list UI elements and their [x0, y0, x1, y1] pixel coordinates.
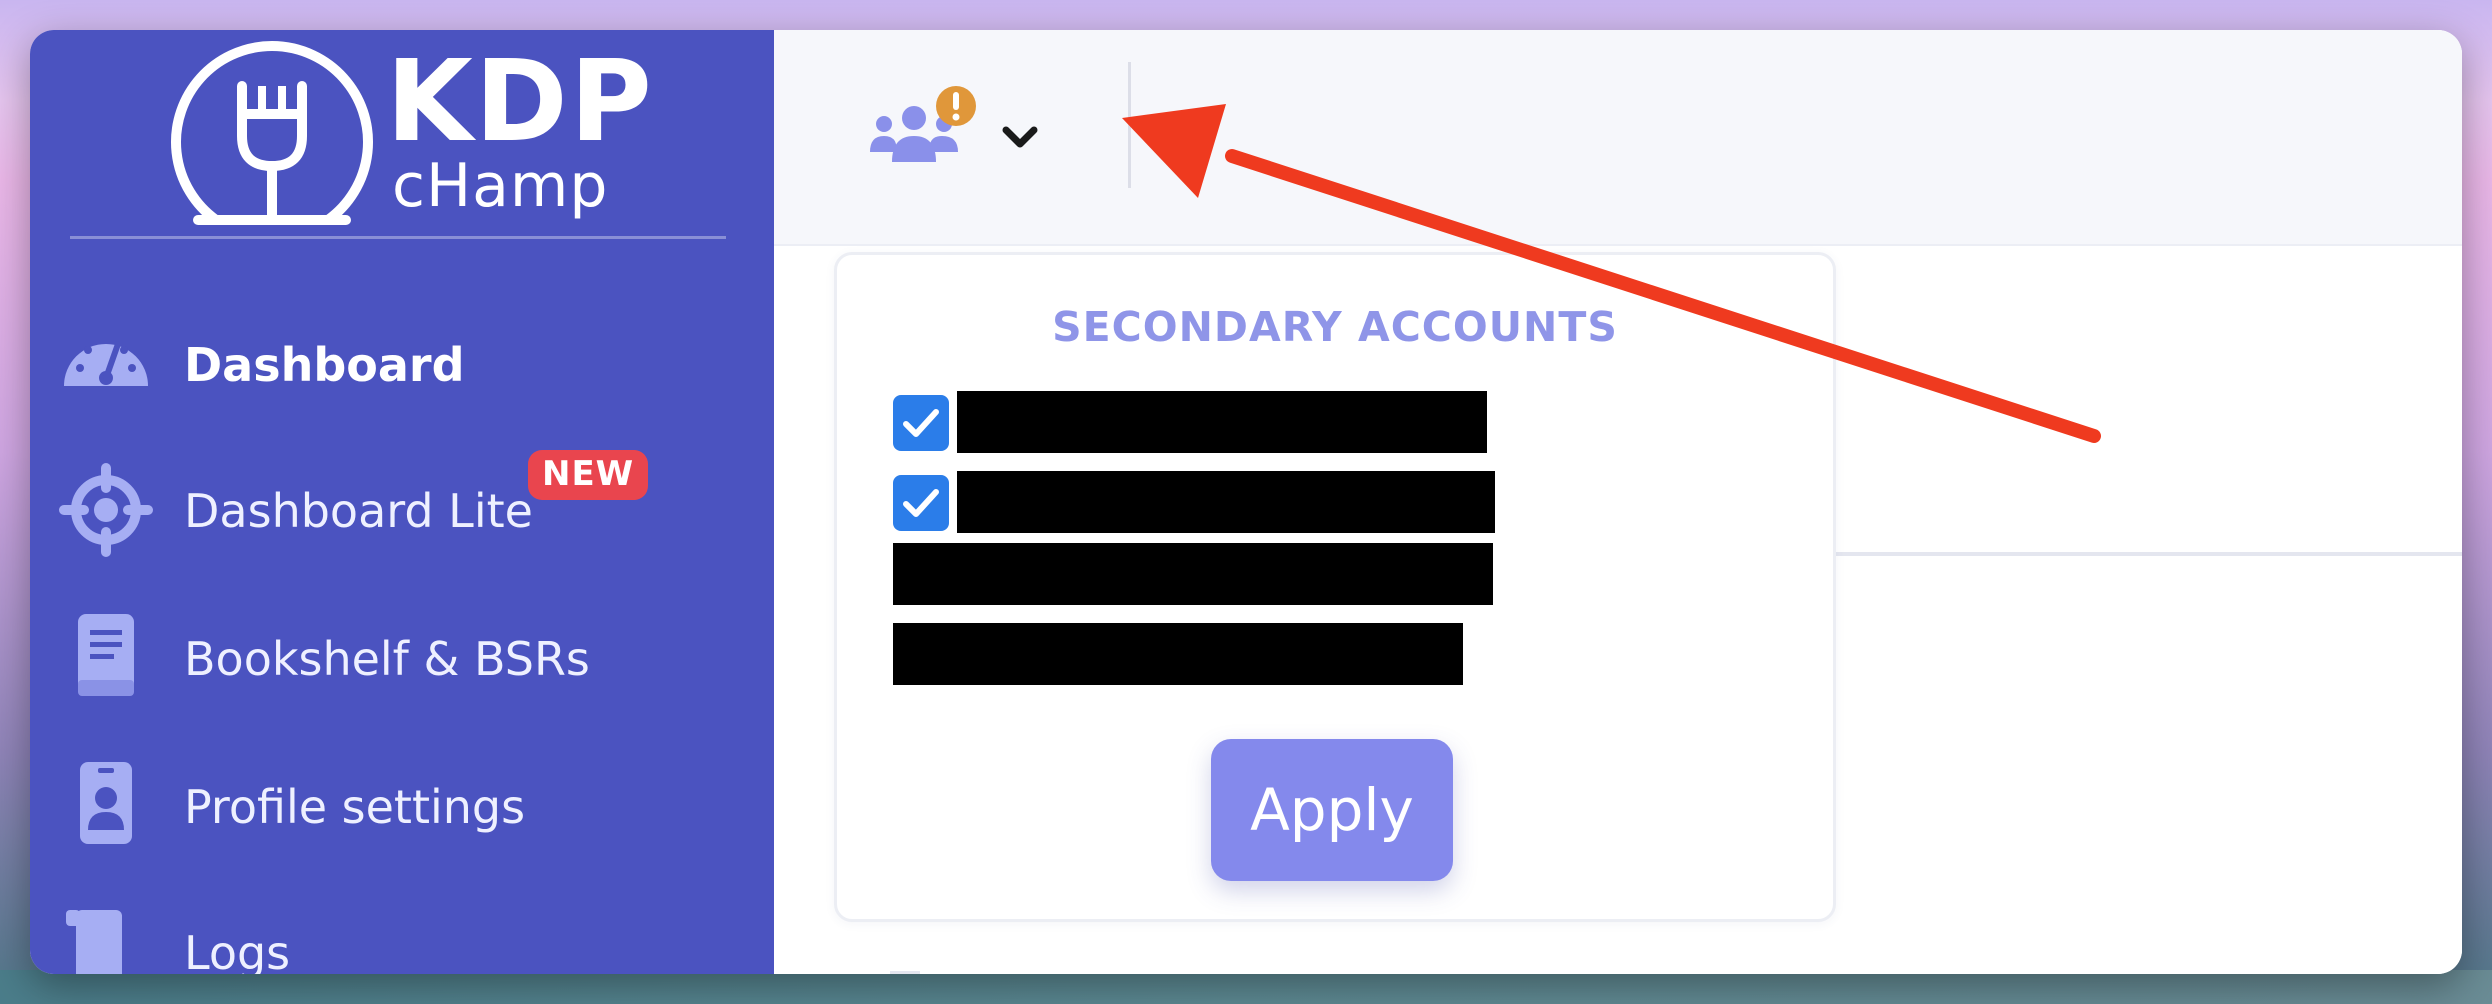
- account-row[interactable]: [893, 543, 1493, 607]
- exclamation-icon: [936, 86, 976, 126]
- check-icon: [903, 409, 939, 437]
- sidebar-item-dashboard[interactable]: Dashboard: [30, 296, 774, 416]
- logo-text-kdp: KDP: [386, 37, 654, 167]
- account-row[interactable]: [893, 623, 1463, 687]
- app-window: KDP cHamp Dashboard Dashboard Lite NEW B…: [30, 30, 2462, 974]
- sidebar-item-label: Bookshelf & BSRs: [184, 632, 590, 686]
- redacted-account-name: [957, 471, 1495, 533]
- main-content: SECONDARY ACCOUNTS Apply: [774, 30, 2462, 974]
- content-divider: [1814, 552, 2462, 556]
- sidebar-item-logs[interactable]: Logs: [30, 884, 774, 974]
- account-row[interactable]: [893, 471, 1495, 535]
- content-divider: [890, 971, 920, 974]
- chevron-down-icon: [1002, 126, 1038, 148]
- kdp-champ-logo[interactable]: KDP cHamp: [158, 34, 678, 234]
- crosshair-icon: [59, 463, 153, 557]
- account-row[interactable]: [893, 391, 1493, 455]
- redacted-account-name: [893, 623, 1463, 685]
- users-icon: [870, 86, 1038, 162]
- id-badge-icon: [80, 762, 132, 844]
- top-bar: [774, 30, 2462, 246]
- new-badge: NEW: [528, 450, 649, 500]
- check-icon: [903, 489, 939, 517]
- apply-button[interactable]: Apply: [1211, 739, 1453, 881]
- sidebar-item-bookshelf[interactable]: Bookshelf & BSRs: [30, 590, 774, 710]
- account-switcher-button[interactable]: [858, 80, 1058, 180]
- scroll-icon: [66, 910, 122, 974]
- redacted-account-name: [957, 391, 1487, 453]
- redacted-account-name: [893, 543, 1493, 605]
- sidebar-item-label: Dashboard: [184, 338, 465, 392]
- account-checkbox[interactable]: [893, 395, 949, 451]
- topbar-separator: [1128, 62, 1131, 188]
- sidebar-item-label: Dashboard Lite: [184, 484, 533, 538]
- logo-text-champ: cHamp: [392, 151, 609, 221]
- sidebar-item-label: Logs: [184, 926, 291, 974]
- background-strip: [0, 970, 2492, 1004]
- sidebar-divider: [70, 236, 726, 239]
- sidebar-item-profile-settings[interactable]: Profile settings: [30, 738, 774, 858]
- secondary-accounts-dropdown: SECONDARY ACCOUNTS Apply: [834, 252, 1836, 922]
- sidebar-item-dashboard-lite[interactable]: Dashboard Lite NEW: [30, 442, 774, 562]
- gauge-icon: [63, 341, 148, 386]
- sidebar-item-label: Profile settings: [184, 780, 526, 834]
- plug-logo-icon: [171, 41, 373, 225]
- account-checkbox[interactable]: [893, 475, 949, 531]
- sidebar: KDP cHamp Dashboard Dashboard Lite NEW B…: [30, 30, 774, 974]
- panel-title: SECONDARY ACCOUNTS: [1052, 303, 1618, 351]
- book-icon: [78, 614, 134, 696]
